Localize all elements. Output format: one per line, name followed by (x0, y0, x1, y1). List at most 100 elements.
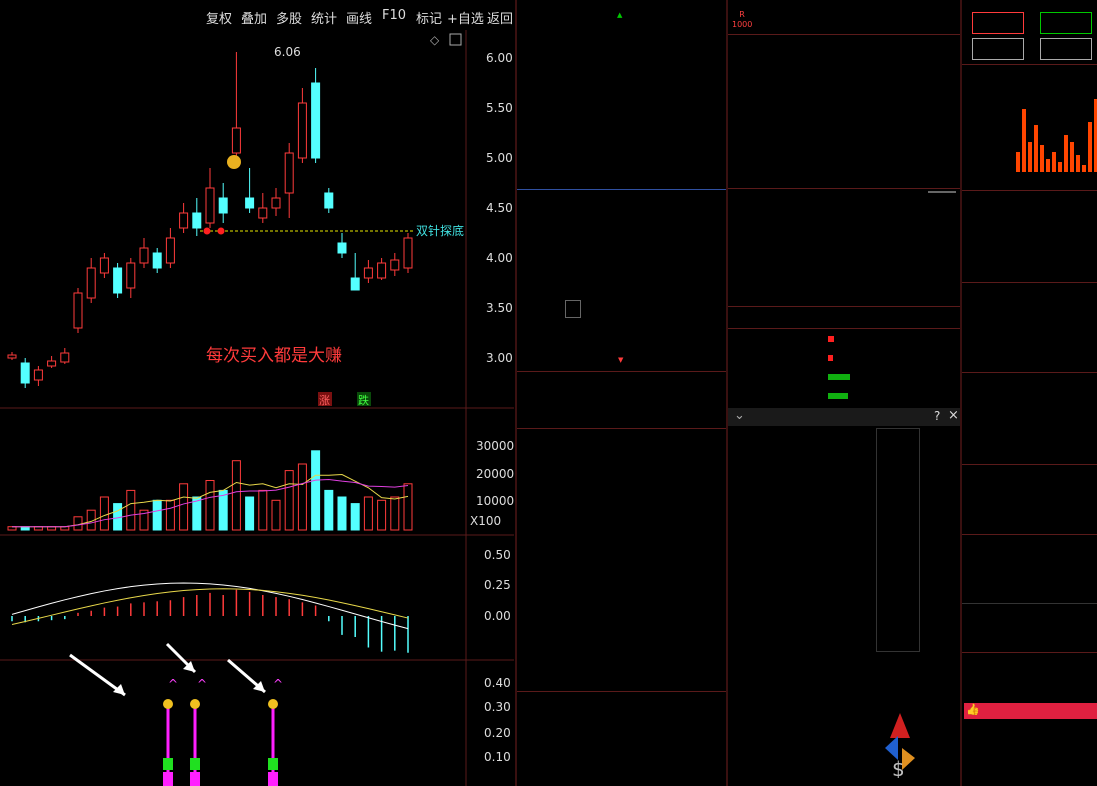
candle (179, 203, 189, 233)
toolbar-button-6[interactable]: 标记 (416, 8, 442, 27)
candle (231, 52, 241, 163)
price-axis-label: 4.00 (486, 251, 513, 265)
price-axis-label: 3.00 (486, 351, 513, 365)
cancel-all-button[interactable] (972, 38, 1024, 60)
toolbar-button-8[interactable]: 返回 (487, 8, 513, 27)
bid-row[interactable] (517, 317, 726, 335)
replay-volume-box (876, 428, 920, 652)
chart-toolbar: 复权 叠加 多股 统计 画线 F10 标记 +自选 返回 (0, 8, 514, 30)
eps-bar (1052, 152, 1056, 172)
stat-value (928, 191, 956, 193)
toolbar-button-3[interactable]: 统计 (311, 8, 337, 27)
ask-row[interactable] (517, 62, 726, 80)
help-icon[interactable]: ? (934, 409, 940, 423)
candle (20, 358, 30, 388)
candle (284, 143, 294, 218)
right-info-panel: 👍 (962, 0, 1097, 786)
eps-bar (1088, 122, 1092, 172)
volume-bar (218, 489, 228, 531)
svg-text:^: ^ (273, 677, 283, 691)
macd-axis-label: 0.25 (484, 578, 511, 592)
bid-row[interactable] (517, 191, 726, 209)
candle (165, 228, 175, 268)
eps-bar (1034, 125, 1038, 172)
candle (139, 238, 149, 268)
tick-analysis-panel (517, 408, 726, 786)
bid-row[interactable] (517, 209, 726, 227)
ask-row[interactable] (517, 80, 726, 98)
macd-axis-label: 0.50 (484, 548, 511, 562)
candle (311, 68, 321, 163)
rank-badge: R 1000 (732, 10, 753, 29)
toolbar-button-5[interactable]: F10 (382, 8, 406, 23)
close-icon[interactable]: × (948, 408, 959, 423)
toolbar-button-7[interactable]: +自选 (447, 8, 484, 27)
bid-row[interactable] (517, 245, 726, 263)
ask-row[interactable] (517, 134, 726, 152)
toolbar-button-0[interactable]: 复权 (206, 8, 232, 27)
eps-bar (1058, 162, 1062, 172)
bid-price (565, 300, 581, 318)
slogan-text: 每次买入都是大赚 (206, 346, 342, 366)
diamond-icon[interactable]: ◇ (430, 33, 440, 47)
candle (337, 233, 347, 258)
ask-row[interactable] (517, 116, 726, 134)
order-book: ▲ ▼ (517, 8, 726, 408)
candle (324, 188, 334, 213)
bid-row[interactable] (517, 299, 726, 318)
flash-sell-button[interactable] (1040, 12, 1092, 34)
kline-chart[interactable]: 6.00 5.50 5.00 4.50 4.00 3.50 3.00 ◇ 6.06 双针探底每次买… (0, 30, 514, 786)
tick-head-row (517, 692, 726, 710)
bid-row[interactable] (517, 281, 726, 299)
indicator-axis-label: 0.40 (484, 676, 511, 690)
candle (363, 260, 373, 283)
toolbar-button-4[interactable]: 画线 (346, 8, 372, 27)
candle (47, 356, 57, 368)
volume-bar (73, 516, 83, 531)
ask-row[interactable] (517, 170, 726, 188)
strategy-button[interactable] (1040, 38, 1092, 60)
window-toggle-icon[interactable] (449, 33, 462, 46)
ask-row[interactable] (517, 44, 726, 62)
bid-row[interactable] (517, 227, 726, 245)
eps-bar (1022, 108, 1026, 172)
volume-bar (377, 499, 387, 531)
volume-bar (179, 483, 189, 531)
candle (218, 183, 228, 223)
volume-bar (165, 499, 175, 531)
price-axis-label: 4.50 (486, 201, 513, 215)
candle (152, 248, 162, 273)
eps-bar (1040, 145, 1044, 172)
volume-bar (350, 503, 360, 531)
volume-axis-label: 10000 (476, 494, 514, 508)
toolbar-button-2[interactable]: 多股 (276, 8, 302, 27)
indicator-axis-label: 0.30 (484, 700, 511, 714)
candle (33, 366, 43, 386)
volume-bar (126, 489, 136, 531)
flash-buy-button[interactable] (972, 12, 1024, 34)
volume-bar (324, 489, 334, 531)
ask-row[interactable] (517, 26, 726, 44)
eps-bar (1028, 142, 1032, 172)
flow-bar (828, 336, 834, 342)
ask-row[interactable] (517, 152, 726, 170)
svg-text:^: ^ (168, 677, 178, 691)
bull-ratio-bar: 👍 (964, 703, 1097, 719)
flow-bar (828, 355, 833, 361)
price-axis-label: 5.50 (486, 101, 513, 115)
collapse-icon[interactable]: ⌄ (734, 408, 745, 423)
toolbar-button-1[interactable]: 叠加 (241, 8, 267, 27)
candle (297, 88, 307, 163)
volume-bar (390, 496, 400, 531)
eps-bar-chart (1014, 96, 1097, 172)
buy-signal: ^ (190, 677, 207, 786)
ask-row[interactable] (517, 98, 726, 116)
candle (245, 168, 255, 213)
tick-head-row (517, 430, 726, 448)
price-axis-label: 5.00 (486, 151, 513, 165)
stock-detail-panel: R 1000 (728, 0, 960, 408)
macd-axis-label: 0.00 (484, 609, 511, 623)
bid-row[interactable] (517, 335, 726, 353)
rocket-logo-icon: $ (880, 708, 920, 781)
bid-row[interactable] (517, 263, 726, 281)
